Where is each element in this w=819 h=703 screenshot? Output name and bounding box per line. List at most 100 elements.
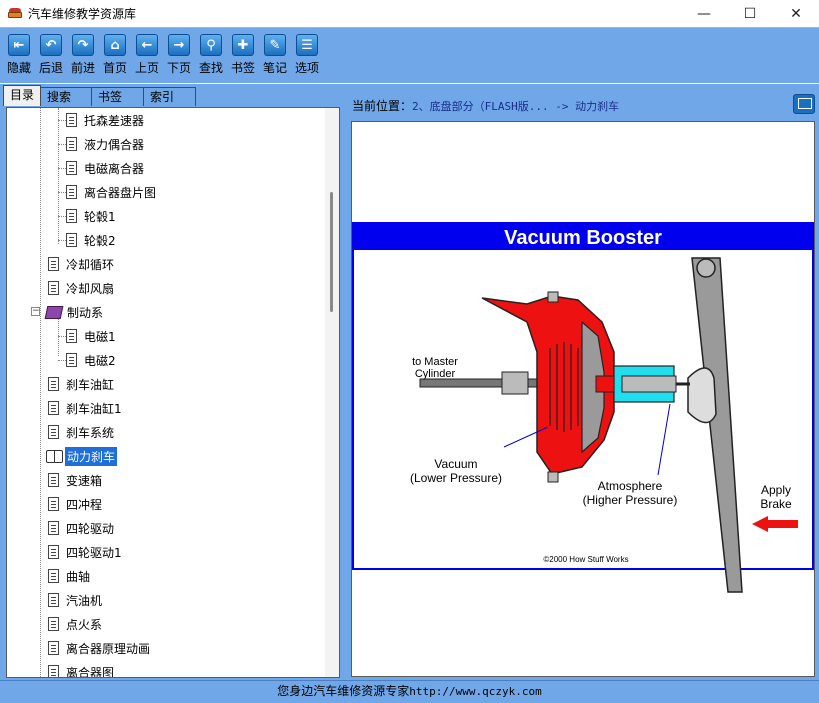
close-button[interactable]: ✕	[773, 0, 819, 27]
window-title: 汽车维修教学资源库	[28, 7, 137, 21]
status-bar: 您身边汽车维修资源专家http://www.qczyk.com	[0, 680, 819, 703]
tree-item[interactable]: 冷却循环	[48, 254, 114, 274]
forward-icon: ↷	[72, 34, 94, 56]
tree-item-label: 轮毂2	[84, 233, 116, 248]
content-frame: Vacuum Booster to Master Cylinder Vacuum…	[351, 121, 815, 677]
maximize-button[interactable]: ☐	[727, 0, 773, 27]
scroll-thumb[interactable]	[330, 192, 333, 312]
svg-text:Atmosphere: Atmosphere	[598, 479, 663, 493]
tree-item[interactable]: 点火系	[48, 614, 102, 634]
tree-item-label: 电磁离合器	[84, 161, 145, 176]
document-icon	[66, 353, 77, 367]
document-icon	[48, 569, 59, 583]
document-icon	[66, 209, 77, 223]
minimize-button[interactable]: —	[681, 0, 727, 27]
document-icon	[48, 401, 59, 415]
status-url[interactable]: http://www.qczyk.com	[409, 685, 541, 698]
collapse-toggle[interactable]: −	[31, 307, 40, 316]
tree-item[interactable]: 刹车系统	[48, 422, 114, 442]
tree-item[interactable]: 电磁离合器	[66, 158, 144, 178]
tab-bookmarks[interactable]: 书签	[91, 87, 145, 106]
tree-item[interactable]: 刹车油缸1	[48, 398, 122, 418]
svg-text:(Higher Pressure): (Higher Pressure)	[583, 493, 678, 507]
document-icon	[48, 473, 59, 487]
tree-item[interactable]: 电磁2	[66, 350, 116, 370]
tree-item[interactable]: 曲轴	[48, 566, 90, 586]
diagram-title: Vacuum Booster	[504, 227, 662, 249]
tab-contents[interactable]: 目录	[3, 85, 42, 106]
tree-item[interactable]: 离合器盘片图	[66, 182, 156, 202]
app-icon	[8, 8, 22, 19]
tree-item[interactable]: 四轮驱动1	[48, 542, 122, 562]
tree-item[interactable]: 汽油机	[48, 590, 102, 610]
tree-item[interactable]: 四轮驱动	[48, 518, 114, 538]
document-icon	[48, 497, 59, 511]
navigation-pane: 目录 搜索 书签 索引 − 托森差速器 液力偶合器 电磁离合器 离合器盘片图 轮…	[0, 84, 344, 680]
window-controls: — ☐ ✕	[681, 0, 819, 27]
tree-item-label: 刹车系统	[66, 425, 115, 440]
tree-item-label: 动力刹车	[65, 446, 118, 466]
tree-item-label: 汽油机	[66, 593, 103, 608]
document-icon	[66, 233, 77, 247]
toolbar: ⇤ 隐藏 ↶ 后退 ↷ 前进 ⌂ 首页 ← 上页 → 下页 ⚲ 查找 ✚ 书签 …	[0, 27, 819, 83]
document-icon	[48, 425, 59, 439]
document-icon	[48, 377, 59, 391]
document-icon	[66, 137, 77, 151]
next-page-icon: →	[168, 34, 190, 56]
tree-item[interactable]: 轮毂1	[66, 206, 116, 226]
tree-item-label: 离合器图	[66, 665, 115, 678]
svg-text:Brake: Brake	[760, 497, 792, 511]
document-icon	[48, 521, 59, 535]
tree-item[interactable]: 电磁1	[66, 326, 116, 346]
tab-search[interactable]: 搜索	[40, 87, 93, 106]
tree-item-label: 电磁1	[84, 329, 116, 344]
back-icon: ↶	[40, 34, 62, 56]
tree-item[interactable]: 液力偶合器	[66, 134, 144, 154]
tree-item[interactable]: 四冲程	[48, 494, 102, 514]
toolbar-options-button[interactable]: ☰ 选项	[292, 34, 322, 76]
tree-item-label: 点火系	[66, 617, 103, 632]
tree-item-label: 刹车油缸1	[66, 401, 122, 416]
tree-item-label: 冷却风扇	[66, 281, 115, 296]
tree-item-label: 变速箱	[66, 473, 103, 488]
tree-item[interactable]: 托森差速器	[66, 110, 144, 130]
document-icon	[48, 641, 59, 655]
nav-tabs: 目录 搜索 书签 索引	[3, 85, 197, 107]
tree-item[interactable]: 冷却风扇	[48, 278, 114, 298]
document-icon	[66, 185, 77, 199]
tree-item-label: 离合器盘片图	[84, 185, 157, 200]
document-icon	[48, 617, 59, 631]
document-icon	[66, 329, 77, 343]
tree-item-label: 曲轴	[66, 569, 91, 584]
document-icon	[48, 665, 59, 677]
prev-page-icon: ←	[136, 34, 158, 56]
diagram-copyright: ©2000 How Stuff Works	[543, 555, 628, 564]
tree-item[interactable]: 轮毂2	[66, 230, 116, 250]
tab-index[interactable]: 索引	[143, 87, 197, 106]
tree-item[interactable]: 离合器原理动画	[48, 638, 150, 658]
tree-item-selected[interactable]: 动力刹车	[46, 446, 118, 466]
svg-text:to Master: to Master	[412, 356, 458, 368]
tree-item-label: 电磁2	[84, 353, 116, 368]
svg-text:Vacuum: Vacuum	[434, 457, 477, 471]
hide-icon: ⇤	[8, 34, 30, 56]
bookmark-icon: ✚	[232, 34, 254, 56]
svg-text:Apply: Apply	[761, 483, 791, 497]
content-pane: 当前位置：2、底盘部分（FLASH版... -> 动力刹车 Vacuum Boo…	[344, 84, 819, 680]
document-icon	[48, 281, 59, 295]
tree-item-label: 离合器原理动画	[66, 641, 151, 656]
tree-scrollbar[interactable]	[325, 108, 339, 677]
tree-item[interactable]: 刹车油缸	[48, 374, 114, 394]
title-bar: 汽车维修教学资源库 — ☐ ✕	[0, 0, 819, 27]
tree-item[interactable]: 离合器图	[48, 662, 115, 678]
tree-item-label: 冷却循环	[66, 257, 115, 272]
monitor-icon[interactable]	[793, 94, 815, 114]
pedal-pivot	[696, 258, 716, 278]
note-icon: ✎	[264, 34, 286, 56]
tree-item[interactable]: 变速箱	[48, 470, 102, 490]
tree-item-label: 四轮驱动1	[66, 545, 122, 560]
tree-item-label: 轮毂1	[84, 209, 116, 224]
tree-folder-brakes[interactable]: 制动系	[44, 302, 104, 322]
tree-item-label: 刹车油缸	[66, 377, 115, 392]
tree-item-label: 制动系	[67, 305, 104, 320]
